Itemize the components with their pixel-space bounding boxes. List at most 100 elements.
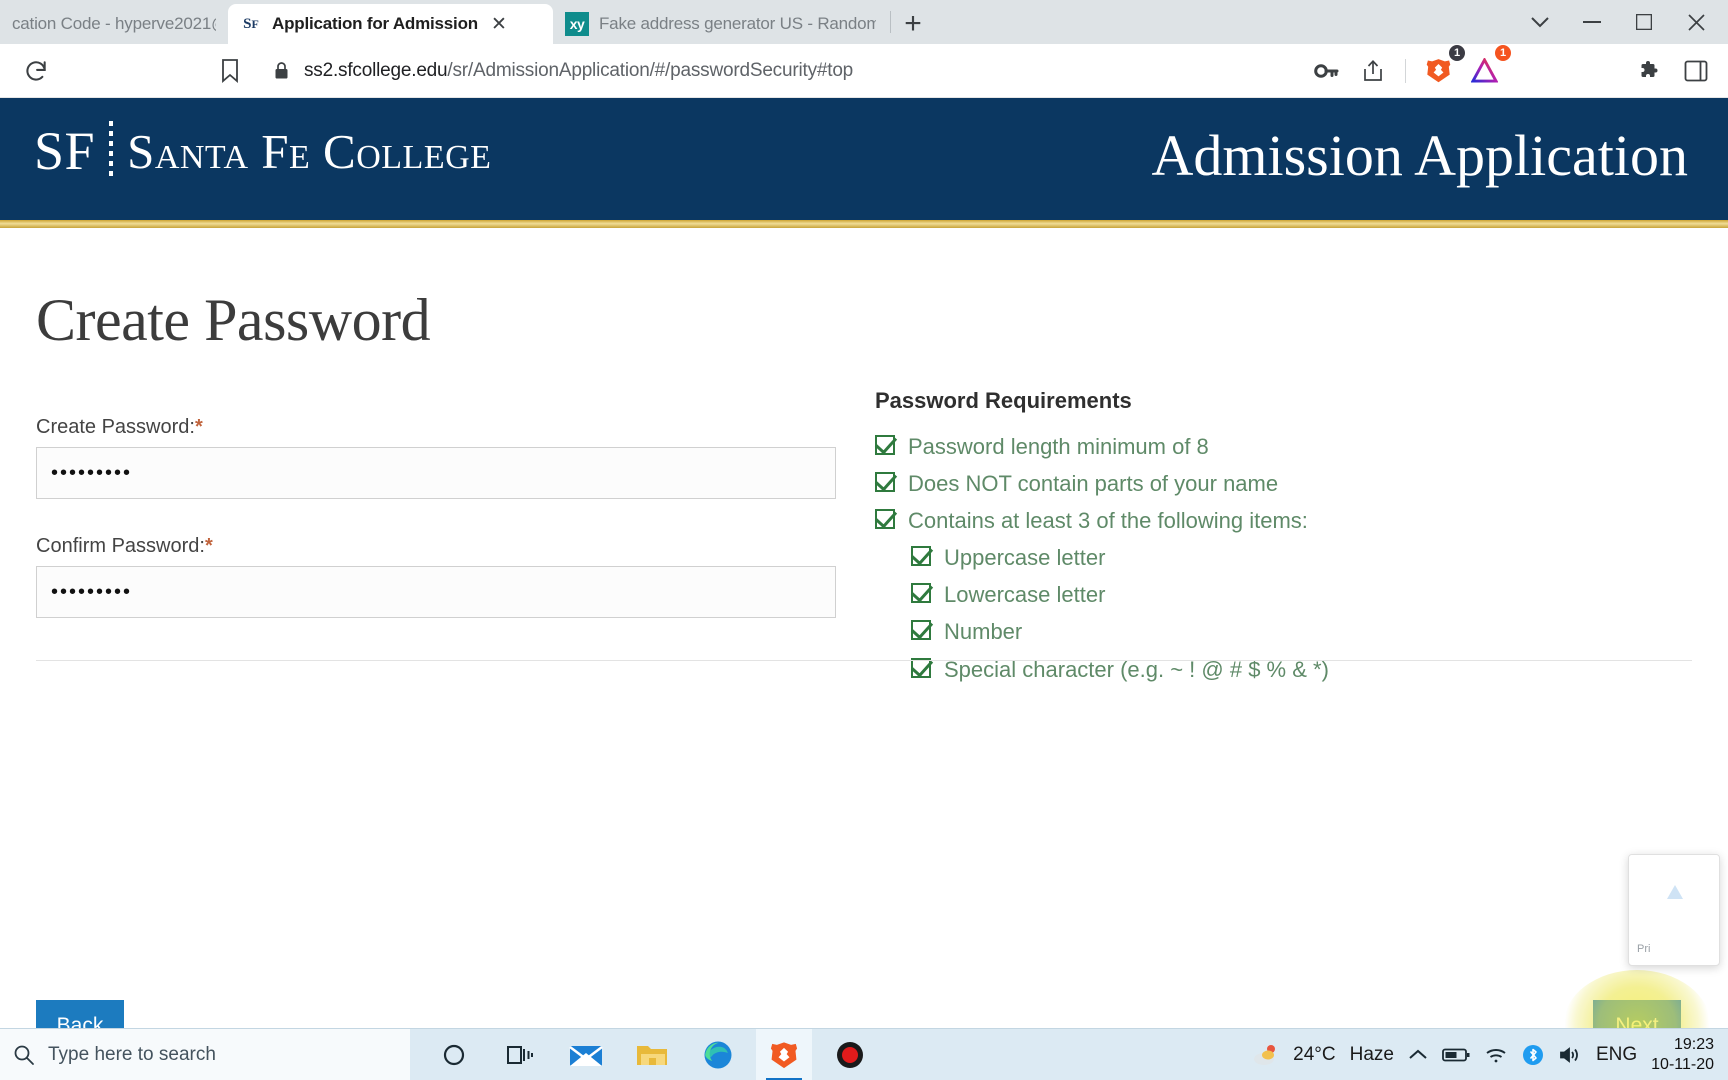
requirement-text: Contains at least 3 of the following ite… bbox=[908, 508, 1308, 534]
checkbox-checked-icon bbox=[911, 583, 931, 604]
site-header-banner: SF Santa Fe College Admission Applicatio… bbox=[0, 98, 1728, 220]
confirm-password-input[interactable]: ••••••••• bbox=[36, 566, 836, 618]
form-divider bbox=[36, 660, 1692, 661]
requirement-item: Does NOT contain parts of your name bbox=[875, 467, 1575, 501]
sf-logo-icon: SF bbox=[240, 13, 262, 35]
create-password-label: Create Password:* bbox=[36, 416, 836, 439]
confirm-password-label: Confirm Password:* bbox=[36, 535, 836, 558]
brave-icon[interactable] bbox=[756, 1028, 812, 1080]
lock-icon bbox=[270, 61, 292, 80]
browser-tab-strip: cation Code - hyperve2021@gm SF Applicat… bbox=[0, 0, 1728, 44]
triangle-extension-icon[interactable]: 1 bbox=[1462, 44, 1511, 93]
toolbar-divider bbox=[1405, 58, 1406, 83]
extensions-puzzle-icon[interactable] bbox=[1628, 49, 1672, 93]
tab-title: Fake address generator US - Random bbox=[599, 14, 876, 33]
brave-lion-icon[interactable]: 1 bbox=[1416, 44, 1465, 93]
requirement-text: Lowercase letter bbox=[944, 582, 1106, 608]
requirement-text: Does NOT contain parts of your name bbox=[908, 471, 1279, 497]
close-icon[interactable]: ✕ bbox=[488, 15, 510, 34]
tab-title: cation Code - hyperve2021@gm bbox=[12, 14, 216, 33]
logo-wordmark: Santa Fe College bbox=[127, 123, 492, 179]
file-explorer-icon[interactable] bbox=[624, 1029, 680, 1080]
search-icon bbox=[0, 1044, 48, 1066]
requirement-item: Uppercase letter bbox=[911, 541, 1575, 575]
task-view-icon[interactable] bbox=[492, 1029, 548, 1080]
create-password-input[interactable]: ••••••••• bbox=[36, 447, 836, 499]
browser-tab-1[interactable]: cation Code - hyperve2021@gm bbox=[0, 4, 228, 44]
language-indicator[interactable]: ENG bbox=[1596, 1044, 1637, 1066]
maximize-button[interactable] bbox=[1618, 2, 1670, 42]
floating-preview-card[interactable]: Pri bbox=[1628, 854, 1720, 966]
checkbox-checked-icon bbox=[875, 472, 895, 493]
volume-icon[interactable] bbox=[1558, 1045, 1582, 1065]
clock-time: 19:23 bbox=[1673, 1035, 1714, 1053]
url-path: /sr/AdmissionApplication/#/passwordSecur… bbox=[447, 59, 854, 81]
edge-icon[interactable] bbox=[690, 1029, 746, 1080]
tab-divider bbox=[890, 11, 891, 33]
requirement-item: Lowercase letter bbox=[911, 578, 1575, 612]
close-button[interactable] bbox=[1670, 2, 1722, 42]
confirm-password-label-text: Confirm Password: bbox=[36, 535, 205, 557]
requirement-text: Number bbox=[944, 619, 1023, 645]
clock[interactable]: 19:23 10-11-20 bbox=[1651, 1035, 1714, 1075]
requirements-heading: Password Requirements bbox=[875, 388, 1132, 413]
url-domain: ss2.sfcollege.edu bbox=[304, 59, 448, 81]
screen: cation Code - hyperve2021@gm SF Applicat… bbox=[0, 0, 1728, 1080]
password-form: Create Password:* ••••••••• Confirm Pass… bbox=[36, 416, 836, 618]
requirement-text: Password length minimum of 8 bbox=[908, 434, 1209, 459]
cortana-icon[interactable] bbox=[426, 1029, 482, 1080]
key-icon[interactable] bbox=[1305, 49, 1349, 93]
gold-accent-bar bbox=[0, 220, 1728, 228]
battery-icon[interactable] bbox=[1442, 1047, 1470, 1063]
wifi-icon[interactable] bbox=[1484, 1046, 1508, 1064]
create-password-label-text: Create Password: bbox=[36, 416, 195, 438]
requirement-item: Contains at least 3 of the following ite… bbox=[875, 504, 1575, 538]
url-text: ss2.sfcollege.edu/sr/AdmissionApplicatio… bbox=[304, 60, 853, 82]
checkbox-checked-icon bbox=[911, 620, 931, 641]
system-tray: 24°C Haze ENG 19:23 10-11-20 bbox=[1253, 1035, 1728, 1075]
required-marker: * bbox=[194, 416, 203, 438]
share-icon[interactable] bbox=[1351, 49, 1395, 93]
tab-search-button[interactable] bbox=[1514, 2, 1566, 42]
mail-icon[interactable] bbox=[558, 1029, 614, 1080]
requirement-text: Uppercase letter bbox=[944, 545, 1106, 571]
screen-recorder-icon[interactable] bbox=[822, 1029, 878, 1080]
checkbox-checked-icon bbox=[875, 435, 895, 455]
weather-icon[interactable] bbox=[1253, 1043, 1279, 1067]
requirement-text: Special character (e.g. ~ ! @ # $ % & *) bbox=[944, 656, 1329, 682]
taskbar-search[interactable]: Type here to search bbox=[0, 1028, 410, 1080]
tab-title: Application for Admission bbox=[272, 14, 478, 33]
requirement-item: Special character (e.g. ~ ! @ # $ % & *) bbox=[911, 653, 1575, 687]
reload-icon[interactable] bbox=[14, 49, 58, 93]
bluetooth-icon[interactable] bbox=[1522, 1044, 1544, 1066]
required-marker: * bbox=[204, 535, 213, 557]
requirement-item: Password length minimum of 8 bbox=[875, 430, 1575, 464]
browser-tab-3[interactable]: xy Fake address generator US - Random bbox=[553, 4, 888, 44]
xy-icon: xy bbox=[565, 12, 589, 36]
floating-card-label: Pri bbox=[1637, 943, 1651, 955]
bookmark-icon[interactable] bbox=[208, 49, 252, 93]
requirement-item: Number bbox=[911, 615, 1575, 649]
checkbox-checked-icon bbox=[911, 546, 931, 567]
address-bar[interactable]: ss2.sfcollege.edu/sr/AdmissionApplicatio… bbox=[270, 50, 1301, 91]
password-requirements-panel: Password Requirements Password length mi… bbox=[875, 388, 1575, 690]
logo-divider bbox=[109, 121, 114, 181]
windows-taskbar: Type here to search 24°C Haze ENG 19:23 … bbox=[0, 1028, 1728, 1080]
santa-fe-college-logo: SF Santa Fe College bbox=[34, 120, 491, 182]
browser-toolbar: ss2.sfcollege.edu/sr/AdmissionApplicatio… bbox=[0, 44, 1728, 98]
checkbox-checked-icon bbox=[875, 509, 895, 530]
page-title: Create Password bbox=[36, 287, 431, 353]
taskbar-apps bbox=[426, 1028, 878, 1080]
minimize-button[interactable] bbox=[1566, 2, 1618, 42]
chevron-up-icon[interactable] bbox=[1408, 1048, 1428, 1061]
main-content: Create Password Create Password:* ••••••… bbox=[0, 228, 1728, 1080]
browser-tab-2[interactable]: SF Application for Admission ✕ bbox=[228, 4, 553, 44]
clock-date: 10-11-20 bbox=[1651, 1055, 1714, 1073]
sidebar-toggle-icon[interactable] bbox=[1674, 49, 1718, 93]
toolbar-actions: 1 1 bbox=[1305, 44, 1728, 93]
logo-mark: SF bbox=[34, 121, 96, 181]
taskbar-search-placeholder: Type here to search bbox=[48, 1043, 216, 1065]
weather-condition: Haze bbox=[1349, 1043, 1394, 1065]
new-tab-button[interactable]: + bbox=[893, 4, 933, 44]
